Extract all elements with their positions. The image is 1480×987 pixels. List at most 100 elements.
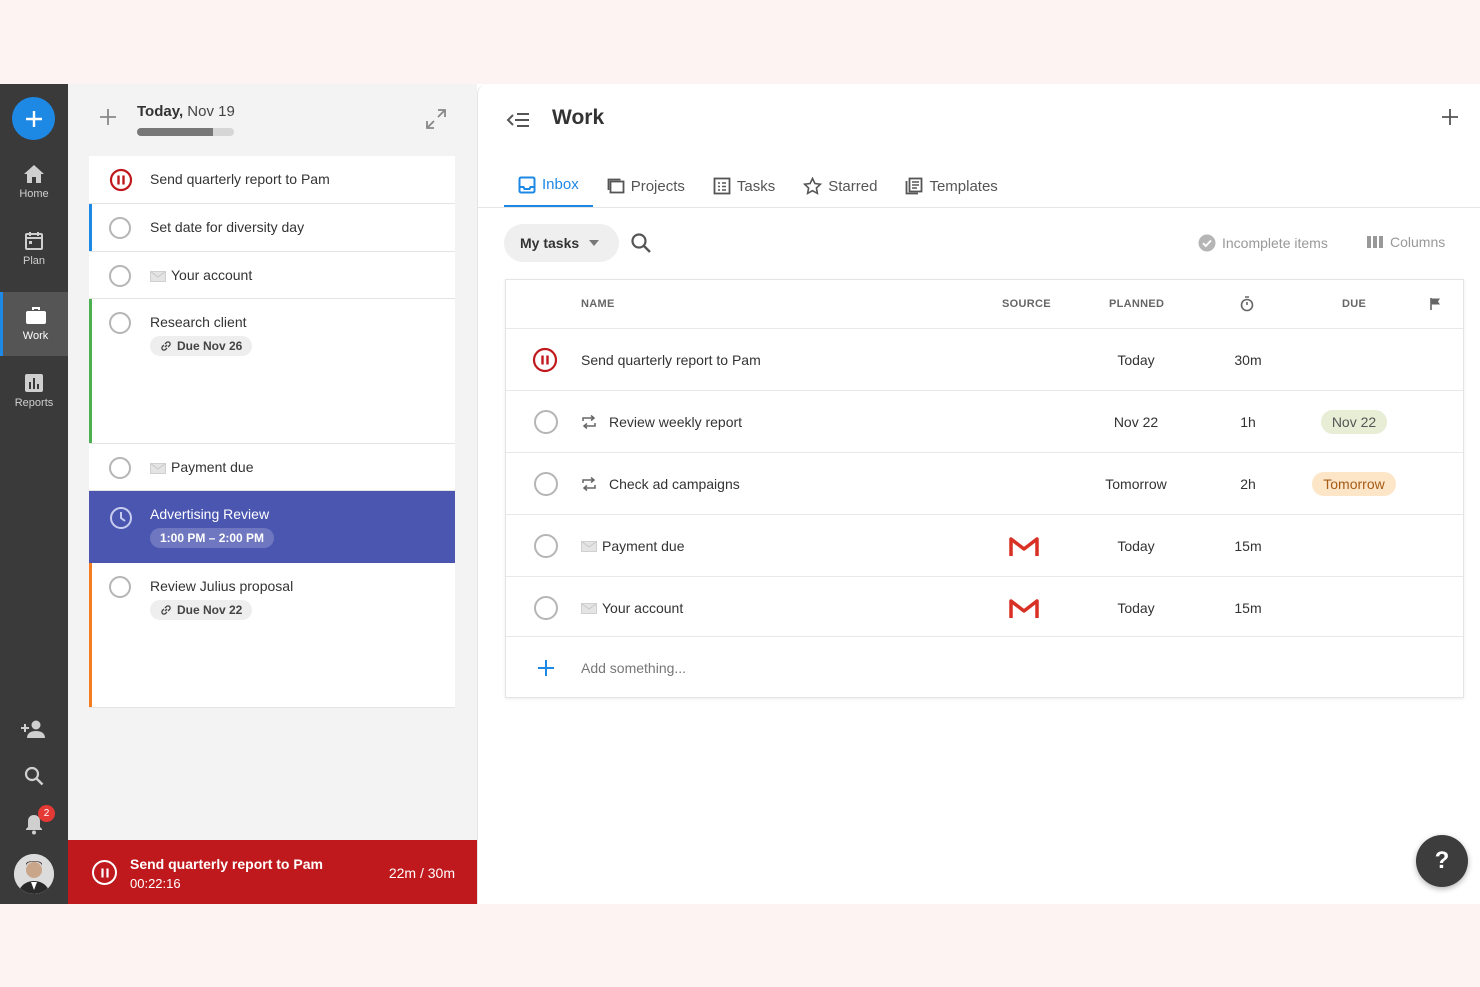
add-task-input[interactable]: Add something...: [581, 660, 686, 676]
task-name-wrap: Check ad campaigns: [581, 453, 740, 515]
tab-tasks[interactable]: Tasks: [699, 164, 789, 208]
estimate-cell: 30m: [1234, 352, 1262, 368]
table-row[interactable]: Send quarterly report to Pam Today 30m: [506, 328, 1463, 390]
incomplete-items-filter[interactable]: Incomplete items: [1198, 234, 1328, 252]
collapse-button[interactable]: [505, 108, 531, 132]
complete-checkbox[interactable]: [109, 312, 131, 334]
list-item[interactable]: Set date for diversity day: [89, 204, 455, 252]
columns-icon: [1367, 236, 1383, 248]
card-title: Research client: [150, 314, 247, 330]
day-title-bold: Today,: [137, 103, 184, 120]
card-title: Your account: [171, 267, 253, 283]
link-icon: [161, 605, 171, 615]
create-button[interactable]: [12, 97, 55, 140]
tab-label: Templates: [929, 177, 998, 195]
search-button[interactable]: [0, 758, 68, 794]
stopwatch-icon: [1240, 296, 1254, 312]
add-task-row[interactable]: Add something...: [506, 636, 1463, 698]
columns-button[interactable]: Columns: [1366, 234, 1445, 250]
complete-checkbox[interactable]: [534, 472, 558, 496]
nav-work-label: Work: [22, 330, 49, 342]
list-item[interactable]: Send quarterly report to Pam: [89, 156, 455, 204]
card-title-wrap: Payment due: [150, 459, 254, 475]
complete-checkbox[interactable]: [109, 217, 131, 239]
expand-button[interactable]: [424, 107, 448, 131]
task-name: Payment due: [602, 538, 685, 554]
day-title-date: Nov 19: [183, 103, 235, 120]
templates-icon: [906, 177, 923, 195]
plus-icon: [1442, 109, 1458, 125]
task-name-wrap: Review weekly report: [581, 391, 742, 453]
day-progress-fill: [137, 128, 213, 136]
list-item[interactable]: Research client Due Nov 26: [89, 299, 455, 444]
column-header-priority[interactable]: [1429, 280, 1441, 328]
complete-checkbox[interactable]: [534, 410, 558, 434]
add-button[interactable]: [1440, 106, 1460, 130]
planned-cell: Tomorrow: [1105, 476, 1167, 492]
complete-checkbox[interactable]: [109, 265, 131, 287]
nav-work[interactable]: Work: [0, 292, 68, 356]
task-table: NAME SOURCE PLANNED DUE Send quarterly r…: [505, 279, 1464, 698]
complete-checkbox[interactable]: [109, 457, 131, 479]
complete-checkbox[interactable]: [534, 596, 558, 620]
task-filter-dropdown[interactable]: My tasks: [504, 224, 619, 262]
list-item[interactable]: Review Julius proposal Due Nov 22: [89, 563, 455, 708]
task-name-wrap: Payment due: [581, 515, 685, 577]
complete-checkbox[interactable]: [109, 576, 131, 598]
tab-templates[interactable]: Templates: [891, 164, 1011, 208]
estimate-cell: 2h: [1240, 476, 1256, 492]
planned-cell: Today: [1117, 352, 1155, 368]
list-item[interactable]: Payment due: [89, 444, 455, 491]
tab-inbox[interactable]: Inbox: [504, 164, 593, 208]
nav-plan[interactable]: Plan: [0, 217, 68, 281]
notification-badge: 2: [38, 805, 55, 822]
projects-icon: [607, 178, 625, 194]
inbox-icon: [518, 176, 536, 193]
table-row[interactable]: Review weekly report Nov 22 1h Nov 22: [506, 390, 1463, 452]
avatar[interactable]: [14, 854, 54, 894]
column-header-planned[interactable]: PLANNED: [1109, 280, 1164, 328]
tasks-icon: [713, 177, 731, 195]
briefcase-icon: [25, 307, 46, 324]
notifications-button[interactable]: [0, 806, 68, 842]
event-time: 1:00 PM – 2:00 PM: [160, 531, 265, 545]
column-header-source[interactable]: SOURCE: [1002, 280, 1051, 328]
list-item[interactable]: Your account: [89, 252, 455, 299]
tab-starred[interactable]: Starred: [789, 164, 891, 208]
card-title: Send quarterly report to Pam: [150, 171, 330, 187]
nav-home[interactable]: Home: [0, 150, 68, 214]
pause-button[interactable]: [92, 860, 117, 885]
plus-icon: [538, 660, 554, 676]
due-pill-label: Due Nov 26: [177, 339, 243, 353]
tab-projects[interactable]: Projects: [593, 164, 699, 208]
estimate-cell: 15m: [1234, 538, 1262, 554]
column-header-due[interactable]: DUE: [1342, 280, 1366, 328]
home-icon: [24, 165, 44, 183]
pause-timer-icon[interactable]: [109, 168, 133, 192]
table-row[interactable]: Check ad campaigns Tomorrow 2h Tomorrow: [506, 452, 1463, 514]
column-header-name[interactable]: NAME: [581, 280, 615, 328]
table-row[interactable]: Your account Today 15m: [506, 576, 1463, 638]
search-button[interactable]: [630, 232, 654, 256]
menu-back-icon: [506, 113, 529, 127]
add-today-button[interactable]: [96, 106, 120, 130]
calendar-event[interactable]: Advertising Review 1:00 PM – 2:00 PM: [89, 491, 455, 563]
help-button[interactable]: ?: [1416, 835, 1468, 887]
running-timer-bar[interactable]: Send quarterly report to Pam 00:22:16 22…: [68, 840, 477, 904]
pause-timer-icon[interactable]: [532, 347, 558, 373]
plus-icon: [25, 110, 42, 127]
timer-ratio: 22m / 30m: [388, 865, 455, 881]
today-panel: Today, Nov 19 Send quarterly report to P…: [68, 84, 477, 904]
nav-reports[interactable]: Reports: [0, 359, 68, 423]
calendar-icon: [25, 232, 43, 250]
complete-checkbox[interactable]: [534, 534, 558, 558]
day-title: Today, Nov 19: [137, 103, 235, 120]
table-row[interactable]: Payment due Today 15m: [506, 514, 1463, 576]
tab-label: Inbox: [542, 176, 579, 193]
task-filter-label: My tasks: [520, 235, 580, 251]
column-header-estimate[interactable]: [1240, 280, 1254, 328]
card-title-wrap: Your account: [150, 267, 252, 283]
event-title: Advertising Review: [150, 506, 270, 522]
add-person-button[interactable]: [0, 711, 68, 747]
card-title: Payment due: [171, 459, 254, 475]
